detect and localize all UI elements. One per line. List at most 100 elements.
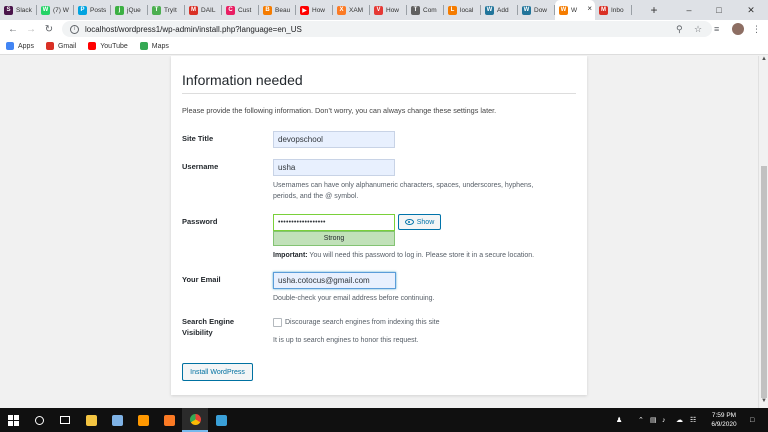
bookmark-item[interactable]: YouTube [88,42,128,50]
minimize-button[interactable]: – [674,0,704,20]
clock[interactable]: 7:59 PM 6/9/2020 [704,411,744,429]
tab-label: Cust [238,6,252,14]
back-icon[interactable]: ← [4,20,22,38]
browser-tab[interactable]: V How [370,0,407,20]
page-scrollbar[interactable]: ▲ ▼ [758,56,768,408]
username-label: Username [182,162,219,171]
tab-label: DAIL [201,6,216,14]
chrome-icon[interactable] [182,408,208,432]
tab-label: Add [497,6,509,14]
scroll-up-icon[interactable]: ▲ [759,56,768,66]
bookmark-label: Gmail [57,42,77,50]
bookmark-item[interactable]: Apps [6,42,34,50]
menu-icon[interactable]: ⋮ [752,20,761,38]
password-note-text: You will need this password to log in. P… [307,252,535,259]
tab-favicon-icon: V [374,5,383,15]
browser-tab[interactable]: C Cust [222,0,259,20]
discourage-indexing-label[interactable]: Discourage search engines from indexing … [285,317,585,328]
scroll-down-icon[interactable]: ▼ [759,398,768,408]
bookmark-icon [88,42,97,50]
install-form-card: Information needed Please provide the fo… [171,56,587,395]
browser-tab[interactable]: M Inbo [595,0,632,20]
bookmark-item[interactable]: Gmail [45,42,77,50]
scroll-thumb[interactable] [761,166,767,398]
install-wordpress-button[interactable]: Install WordPress [182,363,253,381]
key-icon[interactable]: ⚲ [676,20,683,38]
bookmarks-bar: Apps Gmail YouTube Maps [0,38,768,55]
site-title-input[interactable]: devopschool [273,131,395,148]
chevron-up-icon[interactable]: ⌃ [638,408,644,432]
notifications-icon[interactable]: □ [750,408,754,432]
browser-tab[interactable]: W Dow [518,0,555,20]
email-hint: Double-check your email address before c… [273,295,435,302]
intro-text: Please provide the following information… [182,106,497,115]
username-input[interactable]: usha [273,159,395,176]
close-window-button[interactable]: ✕ [736,0,766,20]
tab-label: Posts [90,6,107,14]
bookmark-item[interactable]: Maps [139,42,169,50]
tab-label: How [312,6,326,14]
tab-favicon-icon: j [115,5,124,15]
browser-tab[interactable]: B Beau [259,0,296,20]
page-viewport: Information needed Please provide the fo… [0,56,758,408]
clock-date: 6/9/2020 [711,421,737,428]
browser-tab[interactable]: Llocal [444,0,481,20]
browser-tab[interactable]: ▶ How [296,0,333,20]
action-icon[interactable]: ☷ [690,408,696,432]
search-icon[interactable] [26,408,52,432]
bookmark-icon [45,42,54,50]
bookmark-icon [139,42,148,50]
browser-tab[interactable]: W (7) W [37,0,74,20]
tab-label: jQue [127,6,141,14]
password-label: Password [182,217,218,226]
people-icon[interactable]: ♟ [616,408,622,432]
search-visibility-hint: It is up to search engines to honor this… [273,337,419,344]
browser-tab[interactable]: T TryIt [148,0,185,20]
close-tab-icon[interactable]: × [587,4,592,13]
tab-label: Inbo [611,6,624,14]
taskbar-app-icon-2[interactable] [208,408,234,432]
browser-tab[interactable]: X XAM [333,0,370,20]
discourage-indexing-checkbox[interactable] [273,318,282,327]
browser-tab[interactable]: P Posts [74,0,111,20]
address-bar[interactable]: i localhost/wordpress1/wp-admin/install.… [62,21,712,37]
show-password-button[interactable]: Show [398,214,441,230]
tab-favicon-icon: M [599,5,608,15]
tab-label: (7) W [53,6,69,14]
avatar[interactable] [732,20,744,38]
browser-tab[interactable]: j jQue [111,0,148,20]
info-icon[interactable]: i [70,24,79,34]
browser-tab[interactable]: W W × [555,0,595,20]
tab-favicon-icon: W [522,5,531,15]
sublime-text-icon[interactable] [130,408,156,432]
tab-favicon-icon: W [559,5,568,15]
browser-tab[interactable]: M DAIL [185,0,222,20]
windows-start-icon[interactable] [0,408,26,432]
reload-icon[interactable]: ↻ [40,20,58,38]
tab-favicon-icon: X [337,5,346,15]
browser-tab[interactable]: W Add [481,0,518,20]
tab-favicon-icon: B [263,5,272,15]
volume-icon[interactable]: ♪ [662,408,666,432]
taskbar-app-icon[interactable] [104,408,130,432]
eye-icon [404,219,414,225]
maximize-button[interactable]: □ [704,0,734,20]
new-tab-button[interactable]: + [644,0,664,20]
task-view-icon[interactable] [52,408,78,432]
forward-icon[interactable]: → [22,20,40,38]
browser-tab[interactable]: T Com [407,0,444,20]
password-input[interactable]: •••••••••••••••••• [273,214,395,231]
network-icon[interactable]: ▤ [650,408,657,432]
tab-favicon-icon: W [485,5,494,15]
bookmark-label: YouTube [100,42,128,50]
browser-tab[interactable]: S Slack [0,0,37,20]
xampp-icon[interactable] [156,408,182,432]
star-icon[interactable]: ☆ [694,20,702,38]
email-input[interactable]: usha.cotocus@gmail.com [273,272,396,289]
tab-favicon-icon: S [4,5,13,15]
tab-label: TryIt [164,6,177,14]
onedrive-icon[interactable]: ☁ [676,408,683,432]
file-explorer-icon[interactable] [78,408,104,432]
tab-favicon-icon: T [152,5,161,15]
reading-list-icon[interactable]: ≡ [714,20,719,38]
